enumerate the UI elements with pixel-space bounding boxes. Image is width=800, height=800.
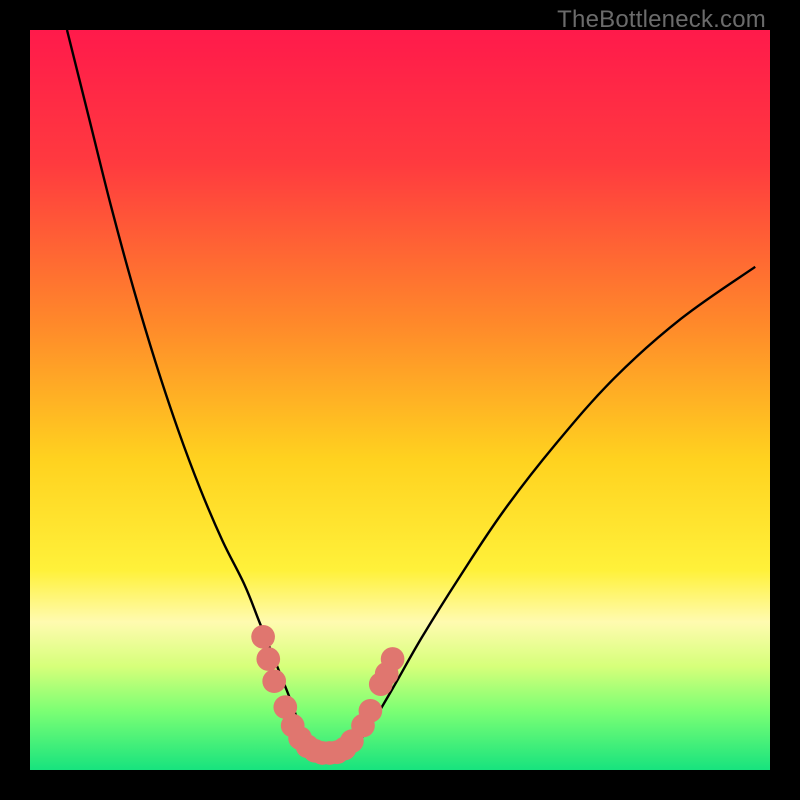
data-marker xyxy=(381,647,405,671)
outer-frame: TheBottleneck.com xyxy=(0,0,800,800)
plot-area xyxy=(30,30,770,770)
data-marker xyxy=(262,669,286,693)
bottleneck-chart xyxy=(30,30,770,770)
data-marker xyxy=(251,625,275,649)
data-marker xyxy=(359,699,383,723)
data-marker xyxy=(256,647,280,671)
